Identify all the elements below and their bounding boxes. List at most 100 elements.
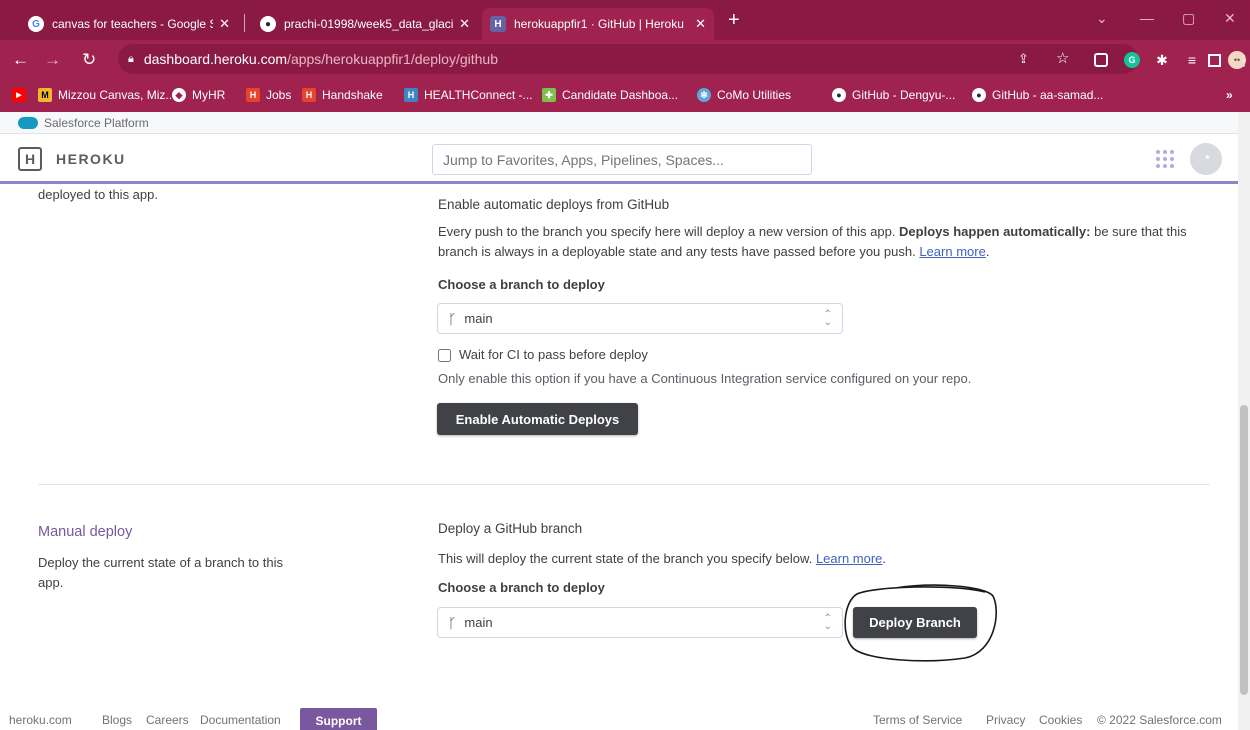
desc-text: Deploy the current state of a branch to … (38, 555, 283, 570)
desc-text: branch is always in a deployable state a… (438, 244, 916, 259)
pocket-extension-icon[interactable] (1094, 53, 1108, 67)
close-window-icon[interactable]: ✕ (1224, 10, 1236, 27)
wait-for-ci-checkbox[interactable] (438, 348, 451, 362)
browser-toolbar: ← → ↻ 🔒︎ dashboard.heroku.com/apps/herok… (0, 40, 1250, 80)
manual-choose-branch-label: Choose a branch to deploy (438, 580, 605, 595)
scrollbar-thumb[interactable] (1240, 405, 1248, 695)
close-tab-icon[interactable]: ✕ (695, 16, 706, 32)
manual-deploy-title: Manual deploy (38, 524, 133, 540)
grammarly-extension-icon[interactable]: G (1124, 52, 1140, 68)
myhr-icon: ◆ (172, 88, 186, 102)
google-icon: G (28, 16, 44, 32)
desc-text: Every push to the branch you specify her… (438, 224, 896, 239)
manual-branch-select[interactable]: ᚴ main ⌃ ⌄ (437, 607, 843, 638)
bookmark-healthconnect[interactable]: H HEALTHConnect -... (404, 88, 532, 102)
jump-search-input[interactable] (432, 144, 812, 175)
youtube-icon: ▶ (12, 88, 26, 102)
handshake-icon: H (302, 88, 316, 102)
auto-deploy-heading: Enable automatic deploys from GitHub (438, 197, 670, 212)
tab-title: canvas for teachers - Google Sea (52, 17, 214, 31)
side-panel-icon[interactable] (1208, 54, 1221, 67)
bookmark-como-utilities[interactable]: ✻ CoMo Utilities (697, 88, 791, 102)
address-bar[interactable]: 🔒︎ dashboard.heroku.com/apps/herokuappfi… (118, 44, 1138, 74)
reload-icon[interactable]: ↻ (82, 50, 96, 70)
back-icon[interactable]: ← (12, 50, 29, 70)
browser-tab-github[interactable]: ● prachi-01998/week5_data_glacie ✕ (252, 8, 478, 40)
reading-list-icon[interactable]: ≡ (1184, 52, 1200, 68)
auto-deploy-description: Every push to the branch you specify her… (438, 224, 1187, 259)
desc-text: app. (38, 575, 64, 590)
bookmark-label: GitHub - aa-samad... (992, 88, 1104, 102)
close-tab-icon[interactable]: ✕ (459, 16, 470, 32)
heroku-brand[interactable]: HEROKU (56, 151, 126, 167)
desc-bold-text: Deploys happen automatically: (899, 224, 1091, 239)
support-button[interactable]: Support (300, 708, 377, 730)
footer-copyright: © 2022 Salesforce.com (1097, 713, 1222, 727)
tab-search-icon[interactable]: ⌄ (1096, 10, 1108, 27)
browser-tab-google[interactable]: G canvas for teachers - Google Sea ✕ (20, 8, 238, 40)
bookmark-myhr[interactable]: ◆ MyHR (172, 88, 225, 102)
footer-link-careers[interactable]: Careers (146, 713, 189, 727)
auto-branch-select[interactable]: ᚴ main ⌃ ⌄ (437, 303, 843, 334)
github-icon: ● (260, 16, 276, 32)
manual-deploy-heading: Deploy a GitHub branch (438, 521, 583, 536)
github-icon: ● (832, 88, 846, 102)
healthconnect-icon: H (404, 88, 418, 102)
footer-link-cookies[interactable]: Cookies (1039, 713, 1082, 727)
minimize-icon[interactable]: — (1140, 10, 1154, 26)
bookmark-mizzou[interactable]: M Mizzou Canvas, Miz... (38, 88, 175, 102)
manual-deploy-description: Deploy the current state of a branch to … (38, 553, 318, 593)
bookmark-candidate-dashboard[interactable]: ✚ Candidate Dashboa... (542, 88, 678, 102)
apps-grid-icon[interactable] (1156, 150, 1174, 168)
forward-icon[interactable]: → (44, 50, 61, 70)
bookmark-label: Jobs (266, 88, 292, 102)
bookmark-label: HEALTHConnect -... (424, 88, 533, 102)
github-icon: ● (972, 88, 986, 102)
maximize-icon[interactable]: ▢ (1182, 10, 1195, 27)
auto-branch-value: main (464, 311, 493, 326)
heroku-icon: H (490, 16, 506, 32)
user-avatar[interactable]: ◔ (1190, 143, 1222, 175)
bookmark-label: GitHub - Dengyu-... (852, 88, 956, 102)
lock-icon: 🔒︎ (128, 52, 134, 65)
bookmarks-bar: ▶ M Mizzou Canvas, Miz... ◆ MyHR H Jobs H Ha… (0, 80, 1250, 112)
bookmark-handshake[interactable]: H Handshake (302, 88, 383, 102)
auto-deploy-left-text: deployed to this app. (38, 187, 158, 202)
bookmark-label: Mizzou Canvas, Miz... (58, 88, 176, 102)
heroku-header: H HEROKU ◔ (0, 134, 1238, 184)
hand-drawn-circle-annotation (844, 584, 997, 662)
close-tab-icon[interactable]: ✕ (219, 16, 230, 32)
chrome-menu-icon[interactable]: ⋮ (1237, 52, 1250, 68)
footer-link-blogs[interactable]: Blogs (102, 713, 132, 727)
candidate-icon: ✚ (542, 88, 556, 102)
auto-choose-branch-label: Choose a branch to deploy (438, 277, 605, 292)
extensions-puzzle-icon[interactable]: ✱ (1154, 52, 1170, 68)
footer-link-terms[interactable]: Terms of Service (873, 713, 962, 727)
footer-link-privacy[interactable]: Privacy (986, 713, 1025, 727)
enable-automatic-deploys-button[interactable]: Enable Automatic Deploys (437, 403, 638, 435)
tab-separator (244, 14, 245, 32)
bookmark-label: CoMo Utilities (717, 88, 792, 102)
more-bookmarks-icon[interactable]: » (1226, 88, 1233, 102)
browser-tab-heroku[interactable]: H herokuappfir1 · GitHub | Heroku ✕ (482, 8, 714, 40)
new-tab-button[interactable]: + (728, 10, 740, 30)
bookmark-github-dengyu[interactable]: ● GitHub - Dengyu-... (832, 88, 955, 102)
bookmark-label: MyHR (192, 88, 226, 102)
git-branch-icon: ᚴ (448, 614, 457, 631)
bookmark-github-aa-samad[interactable]: ● GitHub - aa-samad... (972, 88, 1103, 102)
learn-more-link[interactable]: Learn more (816, 551, 882, 566)
share-icon[interactable]: ⇪ (1018, 51, 1029, 67)
bookmark-jobs[interactable]: H Jobs (246, 88, 291, 102)
footer-link-heroku[interactable]: heroku.com (9, 713, 72, 727)
bookmark-star-icon[interactable]: ☆ (1056, 49, 1069, 67)
heroku-logo-icon[interactable]: H (18, 147, 42, 171)
bookmark-label: Handshake (322, 88, 383, 102)
page-footer: heroku.com Blogs Careers Documentation S… (0, 706, 1238, 730)
ci-checkbox-row: Wait for CI to pass before deploy (438, 345, 648, 365)
desc-text: be sure that this (1094, 224, 1187, 239)
footer-link-documentation[interactable]: Documentation (200, 713, 281, 727)
learn-more-link[interactable]: Learn more (919, 244, 985, 259)
wait-for-ci-label: Wait for CI to pass before deploy (459, 347, 648, 362)
youtube-bookmark[interactable]: ▶ (12, 88, 32, 102)
handshake-icon: H (246, 88, 260, 102)
